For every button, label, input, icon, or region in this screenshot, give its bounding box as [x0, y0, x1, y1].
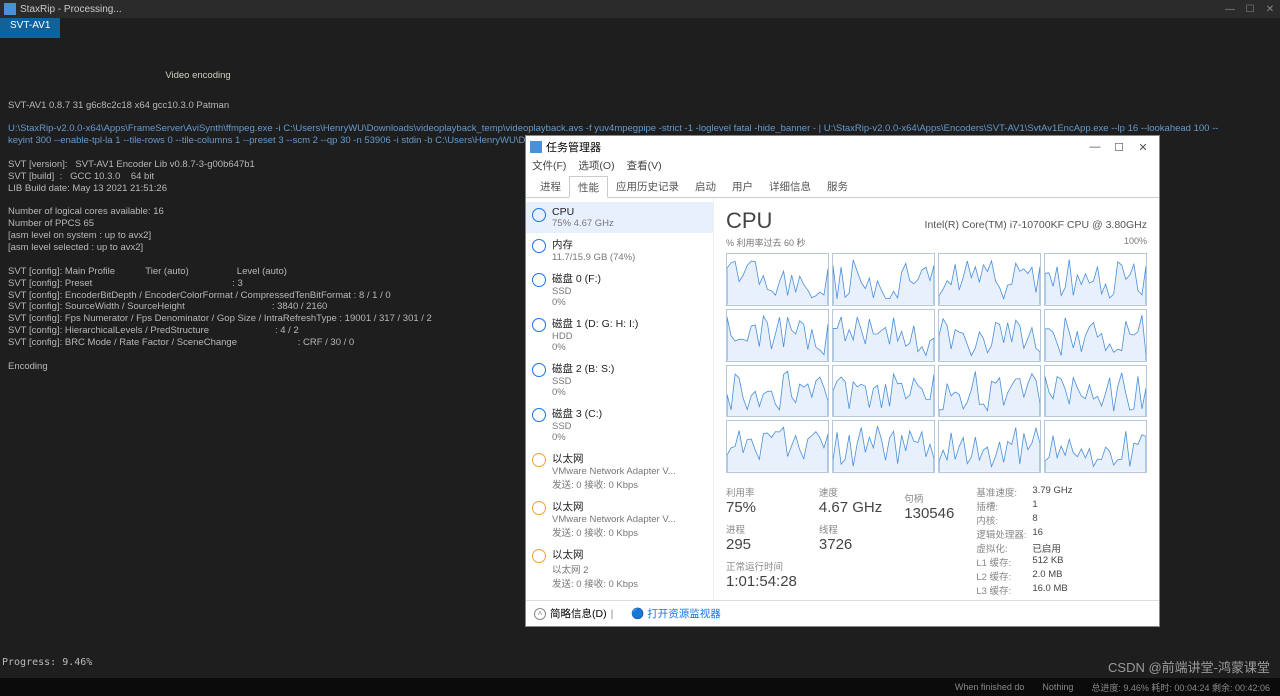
cpu-core-chart [938, 365, 1041, 418]
cpu-core-chart [832, 420, 935, 473]
cpu-core-chart [938, 309, 1041, 362]
tab-svtav1[interactable]: SVT-AV1 [0, 18, 60, 38]
taskmgr-menubar: 文件(F) 选项(O) 查看(V) [526, 158, 1159, 176]
brief-info-button[interactable]: 简略信息(D) [550, 606, 607, 621]
sidebar-item[interactable]: CPU75% 4.67 GHz [526, 202, 713, 233]
menu-item[interactable]: 查看(V) [627, 158, 662, 176]
status-ring-icon [532, 408, 546, 422]
taskmgr-icon [530, 141, 542, 153]
console-header: Video encoding [8, 70, 388, 82]
open-resmon-link[interactable]: 🔵 打开资源监视器 [631, 606, 721, 621]
tab-0[interactable]: 进程 [532, 176, 569, 197]
cpu-core-chart [1044, 309, 1147, 362]
sidebar-item[interactable]: 磁盘 2 (B: S:)SSD0% [526, 357, 713, 402]
task-manager-window: 任务管理器 — ☐ ✕ 文件(F) 选项(O) 查看(V) 进程性能应用历史记录启动… [525, 135, 1160, 627]
cpu-heading: CPU [726, 208, 772, 234]
cpu-core-chart [938, 253, 1041, 306]
taskmgr-close[interactable]: ✕ [1131, 141, 1155, 154]
watermark: CSDN @前端讲堂-鸿蒙课堂 [1108, 657, 1270, 676]
menu-item[interactable]: 选项(O) [578, 158, 614, 176]
status-ring-icon [532, 363, 546, 377]
max-button[interactable]: ☐ [1240, 4, 1260, 15]
status-ring-icon [532, 208, 546, 222]
close-button[interactable]: ✕ [1260, 4, 1280, 15]
cpu-core-chart [938, 420, 1041, 473]
tab-3[interactable]: 启动 [687, 176, 724, 197]
tab-1[interactable]: 性能 [569, 176, 608, 198]
taskmgr-main: CPU Intel(R) Core(TM) i7-10700KF CPU @ 3… [714, 198, 1159, 600]
cpu-core-chart [832, 309, 935, 362]
menu-item[interactable]: 文件(F) [532, 158, 566, 176]
status-ring-icon [532, 318, 546, 332]
sidebar-item[interactable]: 以太网VMware Network Adapter V...发送: 0 接收: … [526, 495, 713, 543]
status-ring-icon [532, 549, 546, 563]
cpu-core-chart [1044, 420, 1147, 473]
min-button[interactable]: — [1220, 4, 1240, 15]
taskmgr-sidebar: CPU75% 4.67 GHz内存11.7/15.9 GB (74%)磁盘 0 … [526, 198, 714, 600]
tab-4[interactable]: 用户 [724, 176, 761, 197]
cpu-charts-grid [726, 253, 1147, 473]
cpu-core-chart [1044, 253, 1147, 306]
taskmgr-footer: ˄ 简略信息(D) | 🔵 打开资源监视器 [526, 600, 1159, 626]
cpu-core-chart [726, 309, 829, 362]
cpu-core-chart [1044, 365, 1147, 418]
sidebar-item[interactable]: 内存11.7/15.9 GB (74%) [526, 233, 713, 267]
collapse-icon[interactable]: ˄ [534, 608, 546, 620]
tab-5[interactable]: 详细信息 [761, 176, 819, 197]
sidebar-item[interactable]: 磁盘 1 (D: G: H: I:)HDD0% [526, 312, 713, 357]
sidebar-item[interactable]: 磁盘 3 (C:)SSD0% [526, 402, 713, 447]
cpu-core-chart [832, 253, 935, 306]
status-ring-icon [532, 273, 546, 287]
titlebar: StaxRip - Processing... — ☐ ✕ [0, 0, 1280, 18]
console-lines: SVT [version]: SVT-AV1 Encoder Lib v0.8.… [8, 159, 432, 372]
cpu-name: Intel(R) Core(TM) i7-10700KF CPU @ 3.80G… [925, 219, 1147, 231]
sidebar-item[interactable]: 以太网以太网 2发送: 0 接收: 0 Kbps [526, 543, 713, 594]
tab-6[interactable]: 服务 [819, 176, 856, 197]
taskmgr-max[interactable]: ☐ [1107, 141, 1131, 154]
statusbar: When finished do Nothing 总进度: 9.46% 耗时: … [0, 678, 1280, 696]
cpu-core-chart [726, 253, 829, 306]
cpu-core-chart [726, 365, 829, 418]
status-ring-icon [532, 501, 546, 515]
app-icon [4, 3, 16, 15]
taskmgr-tabs: 进程性能应用历史记录启动用户详细信息服务 [526, 176, 1159, 198]
progress-text: Progress: 9.46% [2, 657, 92, 668]
taskmgr-titlebar: 任务管理器 — ☐ ✕ [526, 136, 1159, 158]
sidebar-item[interactable]: 以太网VMware Network Adapter V...发送: 0 接收: … [526, 447, 713, 495]
cpu-core-chart [832, 365, 935, 418]
tab-2[interactable]: 应用历史记录 [608, 176, 687, 197]
sidebar-item[interactable]: 磁盘 0 (F:)SSD0% [526, 267, 713, 312]
taskmgr-min[interactable]: — [1083, 141, 1107, 153]
window-title: StaxRip - Processing... [20, 4, 122, 15]
status-ring-icon [532, 239, 546, 253]
cpu-core-chart [726, 420, 829, 473]
taskmgr-title: 任务管理器 [546, 139, 1083, 155]
status-ring-icon [532, 453, 546, 467]
tab-row: SVT-AV1 [0, 18, 1280, 38]
